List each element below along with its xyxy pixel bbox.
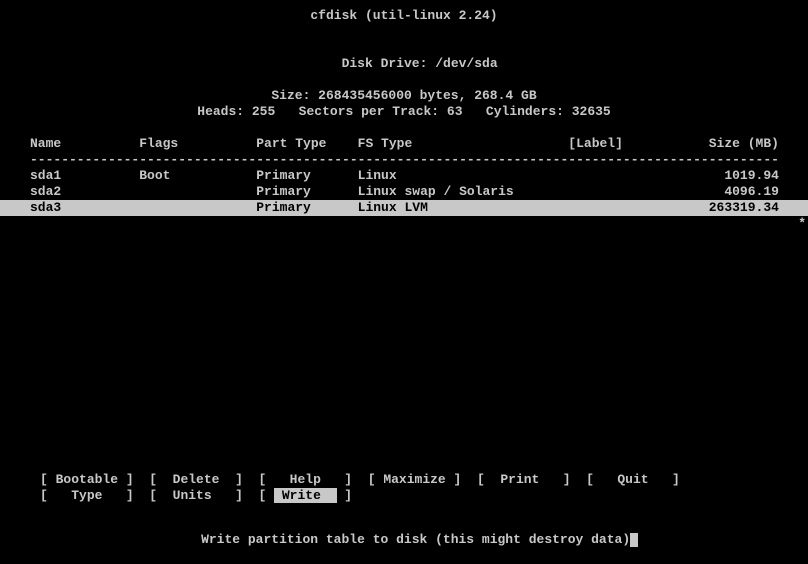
menu-item-quit[interactable]: Quit	[602, 472, 664, 487]
table-row[interactable]: sda1 Boot Primary Linux 1019.94	[0, 168, 808, 184]
disk-drive-line: Disk Drive: /dev/sda	[0, 40, 808, 88]
menu-item-delete[interactable]: Delete	[165, 472, 227, 487]
table-row[interactable]: sda2 Primary Linux swap / Solaris 4096.1…	[0, 184, 808, 200]
column-headers: Name Flags Part Type FS Type [Label] Siz…	[0, 136, 808, 152]
star-marker: *	[798, 216, 806, 232]
partition-table[interactable]: sda1 Boot Primary Linux 1019.94sda2 Prim…	[0, 168, 808, 216]
disk-size-line: Size: 268435456000 bytes, 268.4 GB	[0, 88, 808, 104]
menu-item-write[interactable]: Write	[274, 488, 336, 503]
menu-item-bootable[interactable]: Bootable	[56, 472, 118, 487]
app-title: cfdisk (util-linux 2.24)	[0, 8, 808, 24]
menu-item-units[interactable]: Units	[165, 488, 227, 503]
menu-item-maximize[interactable]: Maximize	[383, 472, 445, 487]
menu-item-print[interactable]: Print	[493, 472, 555, 487]
cursor-block	[630, 533, 638, 547]
status-line: Write partition table to disk (this migh…	[0, 516, 808, 564]
table-row[interactable]: sda3 Primary Linux LVM 263319.34	[0, 200, 808, 216]
menu-item-help[interactable]: Help	[274, 472, 336, 487]
menu-row-2[interactable]: [ Type ] [ Units ] [ Write ]	[0, 488, 808, 504]
divider: ----------------------------------------…	[0, 152, 808, 168]
menu-row-1[interactable]: [ Bootable ] [ Delete ] [ Help ] [ Maxim…	[0, 472, 808, 488]
disk-geometry-line: Heads: 255 Sectors per Track: 63 Cylinde…	[0, 104, 808, 120]
menu-item-type[interactable]: Type	[56, 488, 118, 503]
